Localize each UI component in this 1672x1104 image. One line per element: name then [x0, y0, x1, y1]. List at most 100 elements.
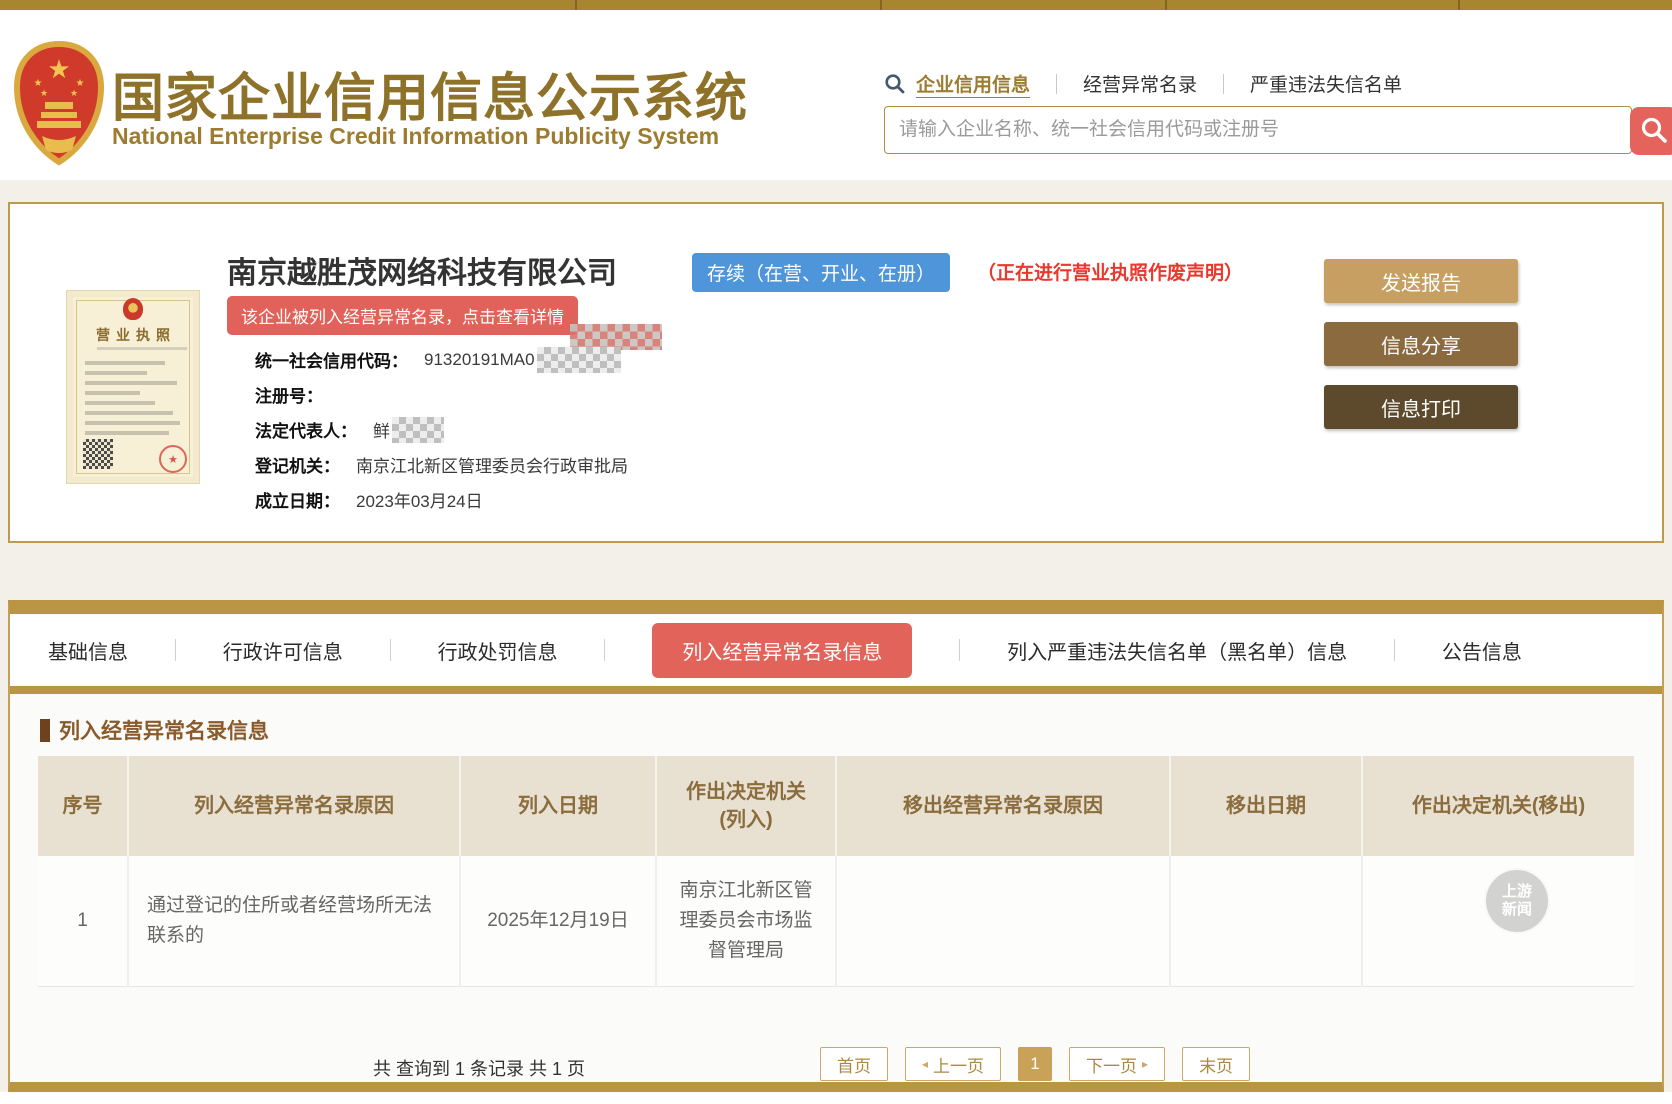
top-nav-bar [0, 0, 1672, 10]
license-text-line [85, 431, 169, 435]
license-subline [97, 347, 187, 350]
svg-text:★: ★ [47, 54, 70, 84]
cell-deciding-authority-in: 南京江北新区管理委员会市场监督管理局 [656, 856, 836, 986]
first-page-button[interactable]: 首页 [820, 1047, 888, 1081]
search-icon [884, 73, 906, 95]
license-emblem-icon [123, 298, 143, 320]
license-qr-code [83, 439, 113, 469]
search-tab-illegal-dishonest-list[interactable]: 严重违法失信名单 [1250, 70, 1402, 97]
tab-administrative-penalty[interactable]: 行政处罚信息 [438, 636, 558, 665]
watermark-line: 新闻 [1502, 901, 1532, 919]
gold-divider-bar [10, 686, 1662, 694]
field-value: 2023年03月24日 [356, 487, 483, 512]
send-report-button[interactable]: 发送报告 [1324, 259, 1518, 303]
search-tab-divider [1223, 74, 1224, 94]
site-subtitle: National Enterprise Credit Information P… [112, 123, 719, 150]
search-box [884, 106, 1632, 154]
detail-card: 基础信息 行政许可信息 行政处罚信息 列入经营异常名录信息 列入严重违法失信名单… [8, 600, 1664, 1092]
tab-basic-info[interactable]: 基础信息 [48, 636, 128, 665]
search-tab-abnormal-list[interactable]: 经营异常名录 [1083, 70, 1197, 97]
current-page-button[interactable]: 1 [1018, 1047, 1052, 1081]
redaction-mosaic [537, 347, 621, 373]
field-label: 法定代表人： [255, 417, 357, 442]
prev-arrow-icon: ◂ [922, 1057, 928, 1071]
field-registration-authority: 登记机关： 南京江北新区管理委员会行政审批局 [255, 447, 628, 482]
company-name: 南京越胜茂网络科技有限公司 [227, 248, 617, 292]
last-page-label: 末页 [1199, 1052, 1233, 1077]
tab-serious-illegal-blacklist[interactable]: 列入严重违法失信名单（黑名单）信息 [1007, 636, 1347, 665]
tab-abnormal-operation-list[interactable]: 列入经营异常名录信息 [652, 623, 912, 678]
col-header-inclusion-date: 列入日期 [460, 756, 656, 856]
company-status-badge: 存续（在营、开业、在册） [692, 253, 950, 292]
search-category-tabs: 企业信用信息 经营异常名录 严重违法失信名单 [884, 70, 1402, 97]
tab-divider [959, 639, 960, 661]
abnormal-list-table: 序号 列入经营异常名录原因 列入日期 作出决定机关(列入) 移出经营异常名录原因… [38, 756, 1634, 987]
license-void-notice: （正在进行营业执照作废声明） [977, 258, 1243, 285]
license-text-line [85, 421, 180, 425]
field-value: 91320191MA0 [424, 350, 535, 370]
national-emblem-logo-icon: ★ ★ ★ ★ ★ [12, 40, 106, 171]
tab-divider [390, 639, 391, 661]
field-legal-representative: 法定代表人： 鲜 [255, 412, 628, 447]
col-header-inclusion-reason: 列入经营异常名录原因 [128, 756, 460, 856]
license-text-line [85, 401, 155, 405]
search-submit-button[interactable] [1630, 107, 1672, 155]
next-page-label: 下一页 [1086, 1052, 1137, 1077]
cell-removal-reason [836, 856, 1170, 986]
business-license-image: 营业执照 ★ [66, 290, 200, 484]
redaction-mosaic [392, 417, 444, 443]
first-page-label: 首页 [837, 1052, 871, 1077]
license-text-line [85, 411, 173, 415]
search-input[interactable] [885, 107, 1631, 153]
tab-administrative-license[interactable]: 行政许可信息 [223, 636, 343, 665]
last-page-button[interactable]: 末页 [1182, 1047, 1250, 1081]
col-header-deciding-authority-in: 作出决定机关(列入) [656, 756, 836, 856]
field-establishment-date: 成立日期： 2023年03月24日 [255, 482, 628, 517]
license-text-line [85, 361, 165, 365]
tab-divider [604, 639, 605, 661]
section-title-text: 列入经营异常名录信息 [59, 715, 269, 745]
search-icon [1639, 115, 1669, 148]
table-header-row: 序号 列入经营异常名录原因 列入日期 作出决定机关(列入) 移出经营异常名录原因… [38, 756, 1634, 856]
search-tab-divider [1056, 74, 1057, 94]
license-text-line [85, 391, 140, 395]
svg-text:★: ★ [40, 88, 48, 98]
svg-text:★: ★ [70, 88, 78, 98]
col-header-removal-date: 移出日期 [1170, 756, 1362, 856]
field-credit-code: 统一社会信用代码： 91320191MA0 [255, 342, 628, 377]
site-header: ★ ★ ★ ★ ★ 国家企业信用信息公示系统 National Enterpri… [0, 10, 1672, 180]
next-page-button[interactable]: 下一页 ▸ [1069, 1047, 1165, 1081]
field-label: 注册号： [255, 382, 323, 407]
field-registration-number: 注册号： [255, 377, 628, 412]
cell-inclusion-date: 2025年12月19日 [460, 856, 656, 986]
pagination-bar: 共 查询到 1 条记录 共 1 页 首页 ◂ 上一页 1 下一页 ▸ 末页 [10, 1047, 1662, 1087]
print-info-button[interactable]: 信息打印 [1324, 385, 1518, 429]
license-text-line [85, 381, 177, 385]
field-label: 登记机关： [255, 452, 340, 477]
abnormal-list-notice-link[interactable]: 该企业被列入经营异常名录，点击查看详情 [227, 296, 578, 335]
prev-page-button[interactable]: ◂ 上一页 [905, 1047, 1001, 1081]
company-summary-card: 营业执照 ★ 南京越胜茂网络科技有限公司 存续（在营、开业、在册） （正在进行营… [8, 202, 1664, 543]
field-label: 成立日期： [255, 487, 340, 512]
top-nav-divider [575, 0, 577, 10]
col-header-deciding-authority-out: 作出决定机关(移出) [1362, 756, 1634, 856]
license-title: 营业执照 [67, 325, 199, 345]
cell-index: 1 [38, 856, 128, 986]
field-value: 南京江北新区管理委员会行政审批局 [356, 452, 628, 477]
watermark-line: 上游 [1502, 883, 1532, 901]
tab-divider [1394, 639, 1395, 661]
top-nav-divider [1458, 0, 1460, 10]
next-arrow-icon: ▸ [1142, 1057, 1148, 1071]
tab-announcement-info[interactable]: 公告信息 [1442, 636, 1522, 665]
detail-tabs: 基础信息 行政许可信息 行政处罚信息 列入经营异常名录信息 列入严重违法失信名单… [10, 614, 1662, 686]
search-tab-enterprise-credit[interactable]: 企业信用信息 [916, 70, 1030, 97]
site-title: 国家企业信用信息公示系统 [112, 56, 748, 131]
share-info-button[interactable]: 信息分享 [1324, 322, 1518, 366]
license-red-seal: ★ [159, 445, 187, 473]
tab-divider [175, 639, 176, 661]
top-nav-divider [1165, 0, 1167, 10]
abnormal-list-section: 列入经营异常名录信息 序号 列入经营异常名录原因 列入日期 作出决定机关(列入)… [10, 716, 1662, 1104]
cell-inclusion-reason: 通过登记的住所或者经营场所无法联系的 [128, 856, 460, 986]
prev-page-label: 上一页 [933, 1052, 984, 1077]
records-summary: 共 查询到 1 条记录 共 1 页 [373, 1055, 585, 1081]
